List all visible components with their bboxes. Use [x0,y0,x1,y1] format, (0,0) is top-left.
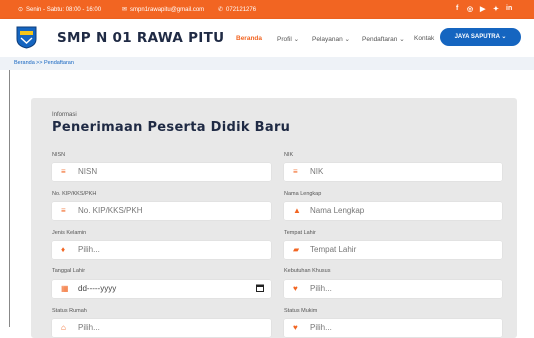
kebutuhan-khusus-select[interactable]: ♥ Pilih... [284,280,502,298]
tanggal-lahir-placeholder: dd-----yyyy [78,284,117,293]
page-frame-divider [9,70,10,327]
twitter-icon[interactable]: ✦ [493,5,499,13]
breadcrumb-home[interactable]: Beranda [14,60,35,66]
nav-pendaftaran[interactable]: Pendaftaran ⌄ [362,35,405,43]
youtube-icon[interactable]: ▶ [480,5,485,13]
office-hours: ⊙ Senin - Sabtu: 08:00 - 16:00 [18,6,102,14]
jenis-kelamin-label: Jenis Kelamin [52,230,87,236]
contact-email[interactable]: ✉ smpn1rawapitu@gmail.com [122,6,205,14]
nisn-placeholder: NISN [78,167,98,176]
tanggal-lahir-input[interactable]: ▦ dd-----yyyy [52,280,271,298]
calendar-icon: ▦ [61,284,69,293]
facebook-icon[interactable]: f [456,5,458,12]
nik-input[interactable]: ≡ NIK [284,163,502,181]
list-icon: ≡ [293,167,298,176]
nav-kontak[interactable]: Kontak [414,35,434,42]
list-icon: ≡ [61,206,66,215]
jenis-kelamin-select[interactable]: ♦ Pilih... [52,241,271,259]
nik-placeholder: NIK [310,167,324,176]
kip-label: No. KIP/KKS/PKH [52,191,97,197]
email-icon: ✉ [122,7,128,13]
nisn-input[interactable]: ≡ NISN [52,163,271,181]
breadcrumb: Beranda >> Pendaftaran [0,57,534,70]
main-navbar: SMP N 01 RAWA PITU Beranda Profil ⌄ Pela… [0,19,534,57]
nama-lengkap-label: Nama Lengkap [284,191,322,197]
nama-lengkap-input[interactable]: ▲ Nama Lengkap [284,202,502,220]
nav-beranda[interactable]: Beranda [236,35,262,42]
nav-profil[interactable]: Profil ⌄ [277,35,299,43]
tempat-lahir-input[interactable]: ▰ Tempat Lahir [284,241,502,259]
nik-label: NIK [284,152,294,158]
breadcrumb-current: >> Pendaftaran [36,60,74,66]
status-mukim-select[interactable]: ♥ Pilih... [284,319,502,337]
status-rumah-select[interactable]: ⌂ Pilih... [52,319,271,337]
date-picker-icon[interactable] [256,284,264,292]
nama-lengkap-placeholder: Nama Lengkap [310,206,365,215]
location-icon: ♥ [293,284,298,293]
instagram-icon[interactable]: ◎ [467,5,473,13]
linkedin-icon[interactable]: in [506,5,512,12]
gender-icon: ♦ [61,245,66,254]
home-icon: ⌂ [61,323,66,332]
jenis-kelamin-value: Pilih... [78,245,100,254]
flag-icon: ▰ [293,245,300,254]
phone-icon: ✆ [218,7,224,13]
location-icon: ♥ [293,323,298,332]
office-hours-text: Senin - Sabtu: 08:00 - 16:00 [26,6,102,13]
kip-input[interactable]: ≡ No. KIP/KKS/PKH [52,202,271,220]
kebutuhan-khusus-value: Pilih... [310,284,332,293]
status-rumah-label: Status Rumah [52,308,87,314]
status-mukim-label: Status Mukim [284,308,318,314]
tanggal-lahir-label: Tanggal Lahir [52,268,86,274]
school-logo[interactable] [16,26,37,49]
user-menu-button[interactable]: JAYA SAPUTRA ⌄ [440,28,521,46]
status-mukim-value: Pilih... [310,323,332,332]
tempat-lahir-label: Tempat Lahir [284,230,316,236]
kip-placeholder: No. KIP/KKS/PKH [78,206,143,215]
top-info-bar: ⊙ Senin - Sabtu: 08:00 - 16:00 ✉ smpn1ra… [0,0,534,19]
clock-icon: ⊙ [18,7,24,13]
nav-pelayanan[interactable]: Pelayanan ⌄ [312,35,350,43]
contact-phone[interactable]: ✆ 072121276 [218,6,257,14]
phone-text: 072121276 [226,6,257,13]
school-name[interactable]: SMP N 01 RAWA PITU [57,30,224,46]
nisn-label: NISN [52,152,66,158]
tempat-lahir-placeholder: Tempat Lahir [310,245,357,254]
status-rumah-value: Pilih... [78,323,100,332]
form-title: Penerimaan Peserta Didik Baru [52,120,291,135]
kebutuhan-khusus-label: Kebutuhan Khusus [284,268,331,274]
user-icon: ▲ [293,206,301,215]
list-icon: ≡ [61,167,66,176]
form-section-label: Informasi [52,112,77,118]
email-text: smpn1rawapitu@gmail.com [130,6,205,13]
